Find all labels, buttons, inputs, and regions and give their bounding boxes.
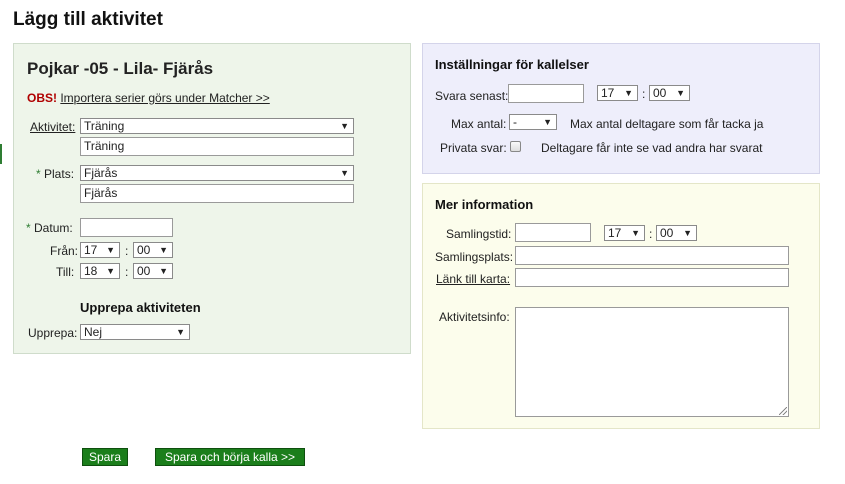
fran-hour-value: 17	[84, 243, 98, 257]
fran-hour-select[interactable]: 17 ▼	[80, 242, 120, 258]
datum-label-text: Datum:	[34, 221, 73, 235]
svara-hour-select[interactable]: 17 ▼	[597, 85, 638, 101]
samlingsplats-input[interactable]	[515, 246, 789, 265]
privata-svar-label: Privata svar:	[440, 141, 507, 155]
fran-minute-value: 00	[137, 243, 151, 257]
privata-svar-hint: Deltagare får inte se vad andra har svar…	[541, 141, 763, 155]
activity-panel: Pojkar -05 - Lila- Fjärås OBS! Importera…	[13, 43, 411, 354]
plats-label: * Plats:	[36, 167, 74, 181]
save-button[interactable]: Spara	[82, 448, 128, 466]
lank-till-karta-label[interactable]: Länk till karta:	[436, 272, 510, 286]
privata-svar-checkbox[interactable]	[510, 141, 521, 152]
plats-text-input[interactable]: Fjärås	[80, 184, 354, 203]
aktivitet-label: Aktivitet:	[30, 120, 76, 134]
aktivitet-select[interactable]: Träning ▼	[80, 118, 354, 134]
plats-select-value: Fjärås	[84, 166, 118, 180]
samlingstid-minute-select[interactable]: 00 ▼	[656, 225, 697, 241]
chevron-down-icon: ▼	[683, 228, 692, 238]
resize-grip-icon[interactable]	[779, 407, 787, 415]
time-separator: :	[125, 265, 129, 279]
samlingstid-hour-select[interactable]: 17 ▼	[604, 225, 645, 241]
samlingstid-label: Samlingstid:	[446, 227, 512, 241]
chevron-down-icon: ▼	[159, 245, 168, 255]
till-label: Till:	[56, 265, 75, 279]
svara-minute-select[interactable]: 00 ▼	[649, 85, 690, 101]
import-series-link[interactable]: Importera serier görs under Matcher >>	[60, 91, 269, 105]
team-name: Pojkar -05 - Lila- Fjärås	[27, 59, 214, 78]
till-hour-value: 18	[84, 264, 98, 278]
chevron-down-icon: ▼	[631, 228, 640, 238]
svara-minute-value: 00	[653, 86, 667, 100]
kallelser-panel: Inställningar för kallelser Svara senast…	[422, 43, 820, 174]
svara-senast-label: Svara senast:	[435, 89, 509, 103]
aktivitet-text-input[interactable]: Träning	[80, 137, 354, 156]
aktivitetsinfo-textarea[interactable]	[515, 307, 789, 417]
till-minute-value: 00	[137, 264, 151, 278]
chevron-down-icon: ▼	[543, 117, 552, 127]
upprepa-select[interactable]: Nej ▼	[80, 324, 190, 340]
fran-minute-select[interactable]: 00 ▼	[133, 242, 173, 258]
max-antal-select[interactable]: - ▼	[509, 114, 557, 130]
chevron-down-icon: ▼	[340, 121, 349, 131]
time-separator: :	[642, 87, 646, 101]
required-mark: *	[26, 221, 31, 235]
lank-till-karta-input[interactable]	[515, 268, 789, 287]
till-hour-select[interactable]: 18 ▼	[80, 263, 120, 279]
time-separator: :	[649, 227, 653, 241]
samlingstid-hour-value: 17	[608, 226, 622, 240]
time-separator: :	[125, 244, 129, 258]
chevron-down-icon: ▼	[106, 245, 115, 255]
samlingsplats-label: Samlingsplats:	[435, 250, 514, 264]
upprepa-label: Upprepa:	[28, 326, 78, 340]
fran-label: Från:	[50, 244, 79, 258]
max-antal-label: Max antal:	[451, 117, 507, 131]
left-edge-marker	[0, 144, 2, 164]
till-minute-select[interactable]: 00 ▼	[133, 263, 173, 279]
plats-select[interactable]: Fjärås ▼	[80, 165, 354, 181]
required-mark: *	[36, 167, 41, 181]
max-antal-hint: Max antal deltagare som får tacka ja	[570, 117, 764, 131]
datum-label: * Datum:	[26, 221, 73, 235]
kallelser-title: Inställningar för kallelser	[435, 57, 589, 72]
chevron-down-icon: ▼	[106, 266, 115, 276]
upprepa-select-value: Nej	[84, 325, 103, 339]
samlingstid-input[interactable]	[515, 223, 591, 242]
obs-notice: OBS! Importera serier görs under Matcher…	[27, 91, 270, 105]
chevron-down-icon: ▼	[340, 168, 349, 178]
chevron-down-icon: ▼	[176, 327, 185, 337]
plats-label-text: Plats:	[44, 167, 75, 181]
samlingstid-minute-value: 00	[660, 226, 674, 240]
datum-input[interactable]	[80, 218, 173, 237]
svara-hour-value: 17	[601, 86, 615, 100]
max-antal-value: -	[513, 115, 517, 129]
repeat-section-title: Upprepa aktiviteten	[80, 300, 201, 315]
mer-information-title: Mer information	[435, 197, 534, 212]
chevron-down-icon: ▼	[624, 88, 633, 98]
page-title: Lägg till aktivitet	[13, 9, 163, 30]
aktivitetsinfo-label: Aktivitetsinfo:	[439, 310, 510, 324]
aktivitet-select-value: Träning	[84, 119, 125, 133]
chevron-down-icon: ▼	[676, 88, 685, 98]
mer-information-panel: Mer information Samlingstid: 17 ▼ : 00 ▼…	[422, 183, 820, 429]
chevron-down-icon: ▼	[159, 266, 168, 276]
svara-senast-input[interactable]	[508, 84, 584, 103]
obs-label: OBS!	[27, 91, 57, 105]
save-and-call-button[interactable]: Spara och börja kalla >>	[155, 448, 305, 466]
